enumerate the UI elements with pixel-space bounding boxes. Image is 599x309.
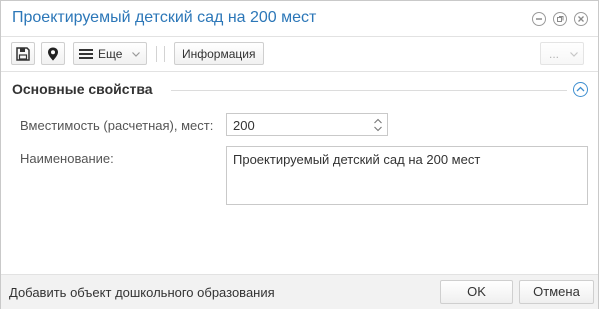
minimize-button[interactable] <box>532 12 546 26</box>
location-button[interactable] <box>41 42 65 65</box>
restore-button[interactable] <box>553 12 567 26</box>
close-button[interactable] <box>574 12 588 26</box>
section-divider <box>171 90 567 91</box>
save-icon <box>16 47 30 61</box>
extra-label: ... <box>549 47 560 61</box>
window-title: Проектируемый детский сад на 200 мест <box>12 9 317 26</box>
chevron-up-icon <box>576 86 585 92</box>
toolbar-separator <box>164 46 165 62</box>
extra-menu-button[interactable]: ... <box>540 42 584 65</box>
chevron-down-icon <box>132 52 140 57</box>
spinner-icon[interactable] <box>373 116 383 134</box>
collapse-section-button[interactable] <box>573 82 588 97</box>
capacity-input[interactable]: 200 <box>226 113 388 136</box>
chevron-down-icon <box>570 52 578 57</box>
location-pin-icon <box>48 47 58 61</box>
capacity-value: 200 <box>233 118 255 133</box>
toolbar-separator <box>156 46 157 62</box>
name-value: Проектируемый детский сад на 200 мест <box>233 152 481 167</box>
status-text: Добавить объект дошкольного образования <box>9 285 275 300</box>
menu-icon <box>79 49 93 59</box>
name-textarea[interactable]: Проектируемый детский сад на 200 мест <box>226 146 588 205</box>
cancel-button[interactable]: Отмена <box>519 280 594 304</box>
more-label: Еще <box>98 47 123 61</box>
minimize-icon <box>536 18 542 20</box>
info-button[interactable]: Информация <box>174 42 264 65</box>
footer: Добавить объект дошкольного образования … <box>1 274 598 309</box>
more-dropdown-button[interactable]: Еще <box>73 42 147 65</box>
section-title: Основные свойства <box>12 81 153 97</box>
toolbar: Еще Информация ... <box>1 37 598 72</box>
ok-button[interactable]: OK <box>440 280 513 304</box>
close-icon <box>578 16 584 22</box>
title-bar: Проектируемый детский сад на 200 мест <box>1 1 598 37</box>
info-label: Информация <box>182 47 256 61</box>
capacity-label: Вместимость (расчетная), мест: <box>20 118 214 133</box>
dialog-window: Проектируемый детский сад на 200 мест Ещ… <box>0 0 599 309</box>
name-label: Наименование: <box>20 151 114 166</box>
save-button[interactable] <box>11 42 35 65</box>
restore-icon <box>557 16 564 22</box>
